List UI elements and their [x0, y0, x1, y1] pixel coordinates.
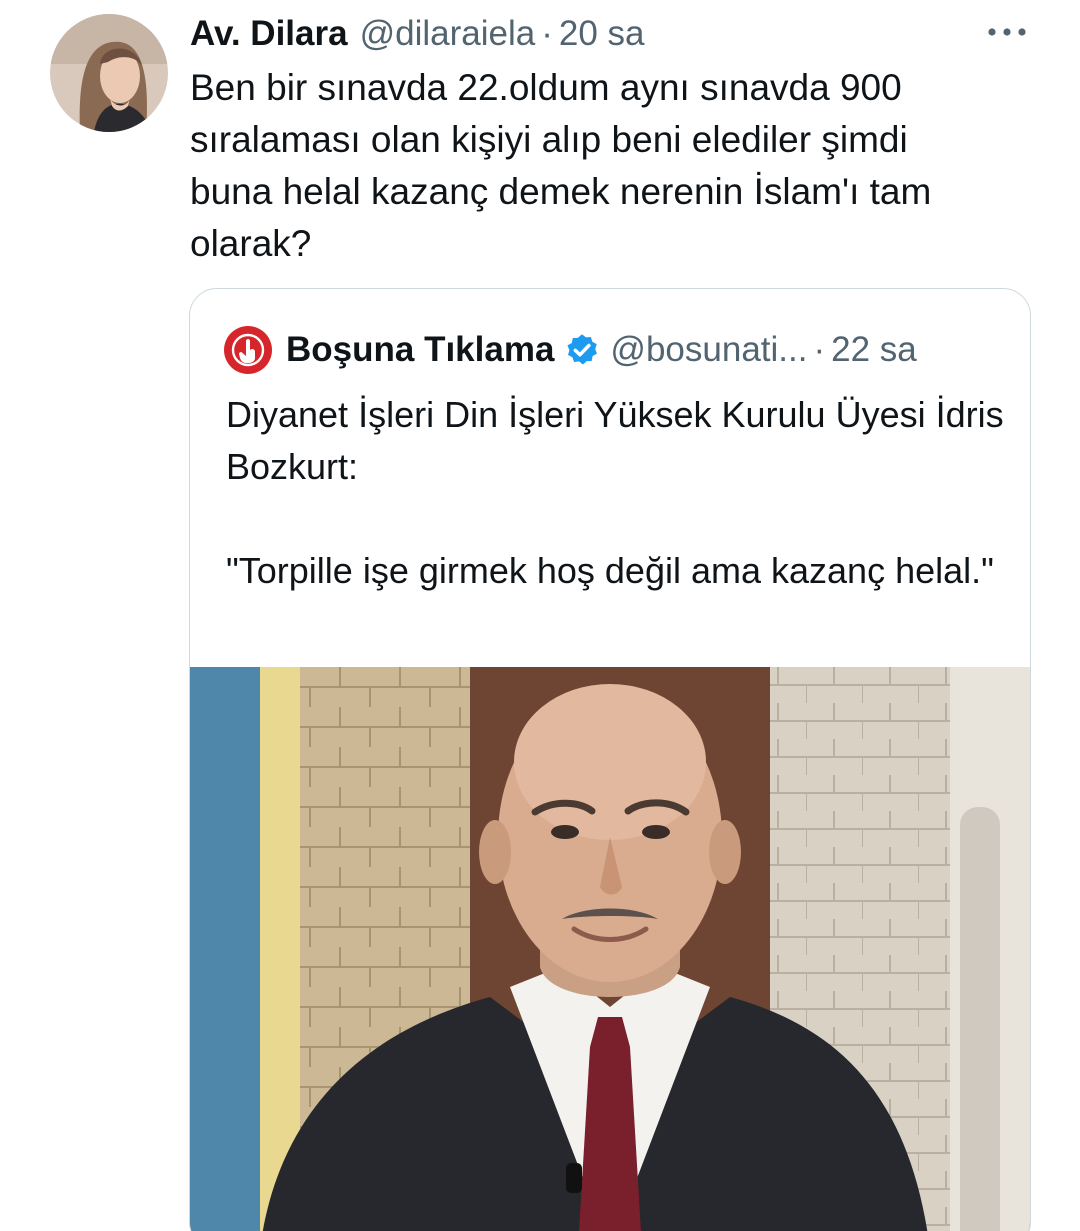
quote-text-line: "Torpille işe girmek hoş değil ama kazan… — [226, 550, 994, 591]
more-horizontal-icon[interactable] — [986, 22, 1028, 42]
author-handle[interactable]: @dilaraiela — [360, 14, 536, 54]
avatar-photo — [50, 14, 168, 132]
tweet-page: Av. Dilara @dilaraiela · 20 sa Ben bir s… — [0, 0, 1080, 1231]
tweet-time[interactable]: 20 sa — [559, 14, 645, 54]
quote-text: Diyanet İşleri Din İşleri Yüksek Kurulu … — [226, 389, 1006, 597]
quoted-tweet-photo[interactable] — [190, 667, 1030, 1231]
quote-author-handle[interactable]: @bosunati... — [610, 330, 807, 370]
quote-separator-dot: · — [813, 330, 826, 369]
quote-author-avatar[interactable] — [224, 326, 272, 374]
author-name[interactable]: Av. Dilara — [190, 14, 348, 54]
verified-badge-icon — [567, 334, 598, 365]
quote-text-line: Diyanet İşleri Din İşleri Yüksek Kurulu … — [226, 394, 1004, 487]
quote-time[interactable]: 22 sa — [831, 330, 917, 370]
author-avatar[interactable] — [50, 14, 168, 132]
quoted-tweet-card[interactable]: Boşuna Tıklama @bosunati... · 22 sa Diya… — [189, 288, 1031, 1231]
tweet-text: Ben bir sınavda 22.oldum aynı sınavda 90… — [190, 67, 932, 264]
separator-dot: · — [541, 14, 553, 53]
quote-header: Boşuna Tıklama @bosunati... · 22 sa — [224, 325, 917, 375]
quote-author-name[interactable]: Boşuna Tıklama — [286, 330, 554, 370]
tweet-header: Av. Dilara @dilaraiela · 20 sa — [190, 12, 644, 56]
